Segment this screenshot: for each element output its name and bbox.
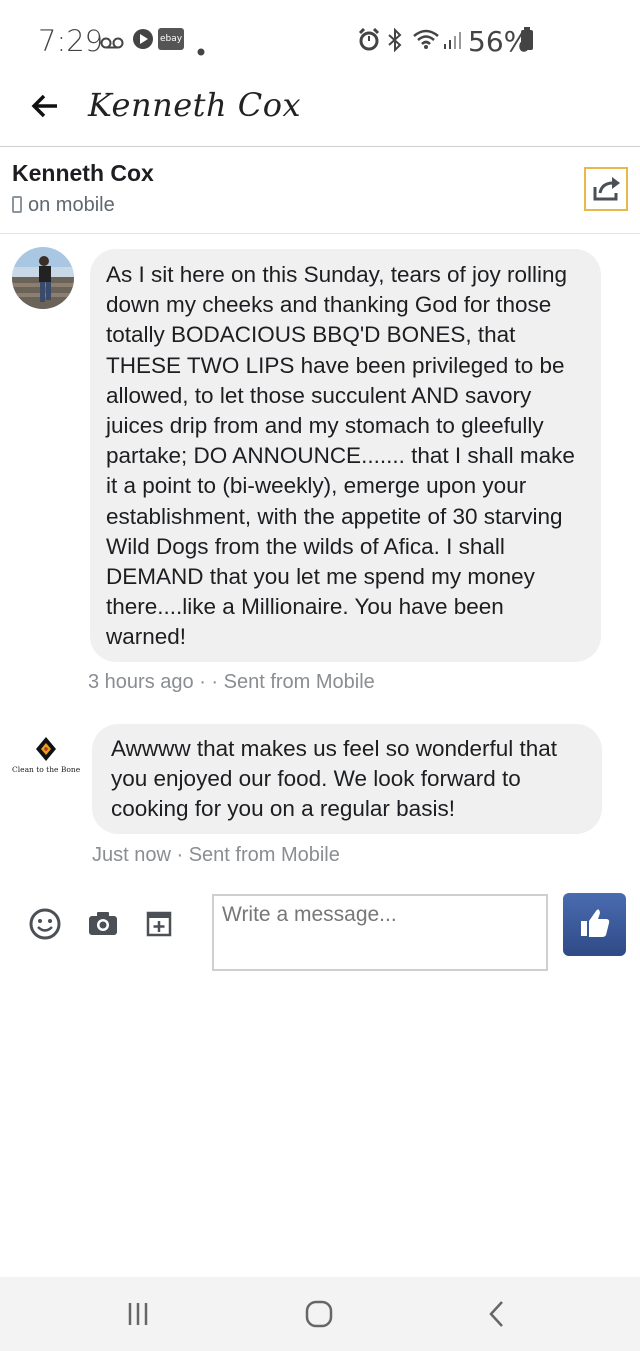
message-input[interactable] — [212, 894, 548, 971]
dot-icon — [197, 36, 205, 62]
smiley-icon — [29, 908, 61, 940]
battery-icon — [521, 27, 533, 50]
signal-icon — [443, 30, 463, 56]
ebay-icon: ebay — [158, 28, 184, 50]
add-sticker-icon — [146, 911, 172, 937]
app-bar-title: Kenneth Cox — [88, 86, 302, 124]
home-button[interactable] — [302, 1297, 336, 1331]
recent-apps-button[interactable] — [121, 1297, 155, 1331]
status-time: 7:29 — [38, 24, 104, 58]
emoji-button[interactable] — [28, 907, 62, 941]
message-meta: Just now · Sent from Mobile — [92, 844, 340, 866]
play-icon — [132, 28, 154, 56]
presence-status: on mobile — [12, 194, 115, 217]
back-arrow-icon[interactable] — [30, 91, 60, 121]
camera-icon — [89, 912, 117, 935]
home-icon — [305, 1300, 333, 1328]
sticker-button[interactable] — [142, 907, 176, 941]
status-bar: 7:29 ebay 56% — [0, 0, 640, 80]
logo-caption: Clean to the Bone — [12, 765, 81, 774]
presence-label: on mobile — [28, 194, 115, 216]
avatar[interactable] — [12, 247, 74, 309]
divider — [0, 146, 640, 147]
wifi-icon — [412, 28, 440, 56]
conversation-name[interactable]: Kenneth Cox — [12, 160, 154, 187]
voicemail-icon — [100, 30, 124, 56]
page-logo-avatar[interactable]: Clean to the Bone — [12, 733, 80, 783]
recent-apps-icon — [128, 1303, 148, 1325]
chevron-left-icon — [489, 1301, 503, 1327]
like-button[interactable] — [563, 893, 626, 956]
share-button[interactable] — [584, 167, 628, 211]
message-meta: 3 hours ago · · Sent from Mobile — [88, 671, 375, 693]
phone-icon — [12, 196, 22, 213]
clean-to-the-bone-logo-icon — [36, 737, 56, 761]
camera-button[interactable] — [86, 907, 120, 941]
divider — [0, 233, 640, 234]
thumbs-up-icon — [581, 909, 610, 937]
system-back-button[interactable] — [480, 1297, 514, 1331]
share-icon — [593, 177, 620, 201]
message-bubble-received[interactable]: As I sit here on this Sunday, tears of j… — [90, 249, 601, 662]
message-bubble-sent[interactable]: Awwww that makes us feel so wonderful th… — [92, 724, 602, 834]
bluetooth-icon — [387, 27, 403, 58]
alarm-icon — [358, 27, 380, 58]
